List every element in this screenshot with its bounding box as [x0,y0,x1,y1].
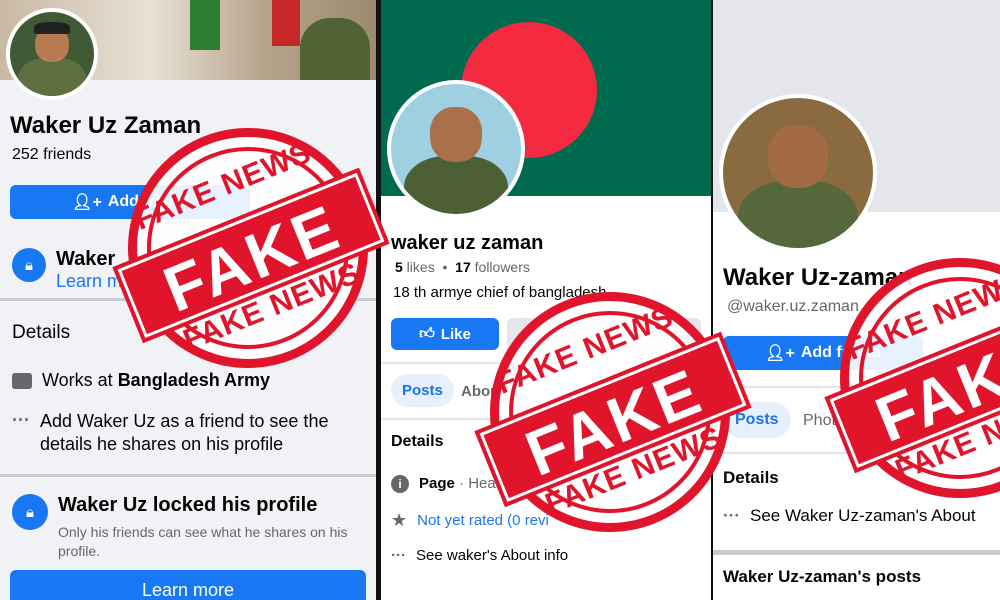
dots-icon: ··· [12,410,30,430]
posts-heading: Waker Uz-zaman's posts [723,567,922,586]
locked-notice: 🔒︎ Waker Uz locked his profile Only his … [12,494,362,561]
about-info-row[interactable]: ··· See waker's About info [391,547,568,564]
like-button[interactable]: 👍︎ Like [391,318,499,350]
details-heading: Details [723,468,779,487]
rating-row: ★ Not yet rated (0 revi [391,510,549,530]
friends-count-text: 252 friends [12,146,92,163]
add-person-icon: 👤︎+ [765,345,795,362]
flag-decoration [190,0,220,50]
shield-lock-icon: 🔒︎ [12,248,46,282]
learn-more-label: Learn more [141,579,235,600]
details-heading: Details [391,433,444,450]
learn-more-button[interactable]: Learn more [10,570,366,600]
profile-name: Waker Uz Zaman [10,112,202,139]
star-icon: ★ [391,510,408,530]
rating-link[interactable]: Not yet rated (0 revi [417,512,549,529]
dots-icon: ··· [723,506,740,525]
officer-figure [300,18,370,80]
workplace-name[interactable]: Bangladesh Army [118,370,270,390]
thumbs-up-icon: 👍︎ [419,325,435,342]
info-icon: i [391,475,409,493]
flag-decoration [272,0,300,46]
add-friend-note: Add Waker Uz as a friend to see the deta… [39,411,329,454]
tab-posts[interactable]: Posts [391,374,454,407]
page-name: waker uz zaman [391,232,544,254]
locked-description: Only his friends can see what he shares … [58,524,348,559]
about-info-row[interactable]: ··· See Waker Uz-zaman's About [723,506,976,526]
add-person-icon: 👤︎+ [72,194,102,211]
locked-notice-top: 🔒︎ Waker Learn m [12,248,122,292]
add-friend-note-row: ··· Add Waker Uz as a friend to see the … [12,410,362,456]
section-divider [713,550,1000,555]
locked-title-partial: Waker [56,248,116,270]
works-at-row: Works at Bangladesh Army [12,370,270,391]
shield-lock-icon: 🔒︎ [12,494,48,530]
page-category-row: i Page · Health [391,475,512,493]
about-info-link: See waker's About info [416,547,569,564]
about-info-link: See Waker Uz-zaman's About [749,506,976,525]
profile-handle: @waker.uz.zaman [727,298,859,315]
works-at-text: Works at Bangladesh Army [42,370,271,390]
details-heading: Details [12,322,71,343]
dots-icon: ··· [391,547,406,564]
profile-avatar[interactable] [387,80,525,218]
briefcase-icon [12,373,32,389]
section-divider [0,474,376,477]
profile-avatar[interactable] [719,94,877,252]
learn-more-link[interactable]: Learn m [56,271,122,292]
like-label: Like [440,325,471,343]
profile-avatar[interactable] [6,8,98,100]
friends-count[interactable]: 252 friends [12,146,91,164]
locked-title: Waker Uz locked his profile [58,494,318,516]
page-stats: 5 likes • 17 followers [395,259,530,275]
